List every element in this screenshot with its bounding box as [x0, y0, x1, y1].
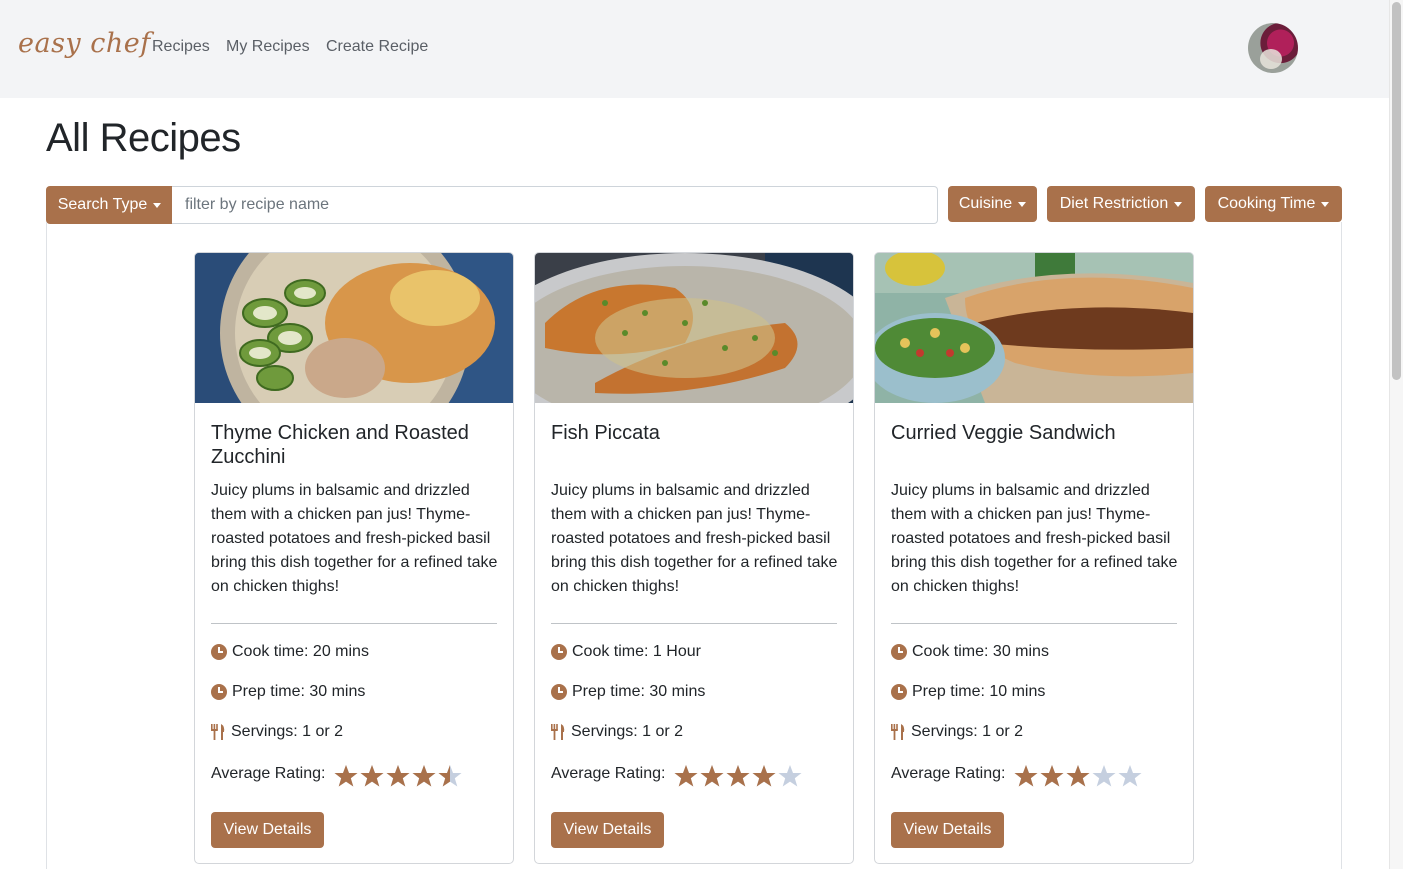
servings-label: Servings: 1 or 2 — [231, 723, 344, 740]
servings-label: Servings: 1 or 2 — [571, 723, 684, 740]
brand-logo[interactable]: easy chef — [18, 28, 151, 59]
recipe-image-curried-veggie-sandwich — [875, 253, 1193, 403]
star-icon — [778, 765, 802, 787]
recipe-title: Curried Veggie Sandwich — [891, 422, 1116, 444]
rating-label: Average Rating: — [551, 765, 666, 782]
star-icon — [1040, 765, 1064, 787]
search-type-label: Search Type — [57, 196, 148, 213]
clock-icon — [891, 684, 907, 700]
star-icon — [1092, 765, 1116, 787]
clock-icon — [211, 684, 227, 700]
cooking-time-dropdown[interactable]: Cooking Time — [1205, 186, 1342, 222]
cook-time-label: Cook time: 1 Hour — [572, 643, 701, 660]
star-icon — [334, 765, 358, 787]
caret-down-icon — [1321, 201, 1330, 207]
star-icon — [412, 765, 436, 787]
caret-down-icon — [1174, 201, 1183, 207]
recipe-title: Fish Piccata — [551, 422, 660, 444]
recipe-description: Juicy plums in balsamic and drizzled the… — [891, 482, 1178, 595]
cooking-time-label: Cooking Time — [1217, 195, 1316, 212]
clock-icon — [551, 644, 567, 660]
star-icon — [674, 765, 698, 787]
utensils-icon — [551, 724, 565, 740]
star-icon — [1014, 765, 1038, 787]
star-icon — [1066, 765, 1090, 787]
cook-time: Cook time: 1 Hour — [551, 643, 701, 661]
recipe-card: Fish Piccata Juicy plums in balsamic and… — [534, 252, 854, 864]
divider — [211, 623, 497, 624]
nav-link-create-recipe[interactable]: Create Recipe — [326, 38, 428, 56]
recipe-description: Juicy plums in balsamic and drizzled the… — [551, 482, 838, 595]
scrollbar-thumb[interactable] — [1392, 2, 1401, 380]
average-rating: Average Rating: — [551, 760, 804, 788]
cuisine-dropdown[interactable]: Cuisine — [948, 186, 1037, 222]
caret-down-icon — [1018, 201, 1027, 207]
star-icon — [438, 765, 462, 787]
recipe-card: Curried Veggie Sandwich Juicy plums in b… — [874, 252, 1194, 864]
avatar[interactable] — [1248, 23, 1298, 73]
diet-restriction-dropdown[interactable]: Diet Restriction — [1047, 186, 1195, 222]
average-rating: Average Rating: — [891, 760, 1144, 788]
star-icon — [752, 765, 776, 787]
star-icon — [700, 765, 724, 787]
prep-time-label: Prep time: 10 mins — [912, 683, 1046, 700]
utensils-icon — [211, 724, 225, 740]
utensils-icon — [891, 724, 905, 740]
rating-label: Average Rating: — [891, 765, 1006, 782]
cook-time-label: Cook time: 20 mins — [232, 643, 369, 660]
rating-stars — [334, 764, 464, 788]
cook-time: Cook time: 30 mins — [891, 643, 1049, 661]
clock-icon — [551, 684, 567, 700]
caret-down-icon — [153, 202, 162, 208]
clock-icon — [211, 644, 227, 660]
average-rating: Average Rating: — [211, 760, 464, 788]
rating-stars — [674, 764, 804, 788]
servings: Servings: 1 or 2 — [211, 723, 343, 741]
recipe-description: Juicy plums in balsamic and drizzled the… — [211, 482, 498, 595]
navbar: easy chef Recipes My Recipes Create Reci… — [0, 0, 1389, 98]
divider — [551, 623, 837, 624]
prep-time: Prep time: 10 mins — [891, 683, 1045, 701]
search-input[interactable] — [172, 186, 938, 224]
rating-label: Average Rating: — [211, 765, 326, 782]
prep-time: Prep time: 30 mins — [211, 683, 365, 701]
nav-link-recipes[interactable]: Recipes — [152, 38, 210, 56]
servings: Servings: 1 or 2 — [551, 723, 683, 741]
prep-time: Prep time: 30 mins — [551, 683, 705, 701]
divider — [891, 623, 1177, 624]
cook-time-label: Cook time: 30 mins — [912, 643, 1049, 660]
recipe-image-fish-piccata — [535, 253, 853, 403]
prep-time-label: Prep time: 30 mins — [572, 683, 706, 700]
star-icon — [1118, 765, 1142, 787]
view-details-button[interactable]: View Details — [211, 812, 324, 848]
servings-label: Servings: 1 or 2 — [911, 723, 1024, 740]
servings: Servings: 1 or 2 — [891, 723, 1023, 741]
page-title: All Recipes — [46, 116, 241, 160]
view-details-button[interactable]: View Details — [551, 812, 664, 848]
star-icon — [386, 765, 410, 787]
page-scrollbar[interactable] — [1389, 0, 1403, 869]
cook-time: Cook time: 20 mins — [211, 643, 369, 661]
rating-stars — [1014, 764, 1144, 788]
star-icon — [726, 765, 750, 787]
recipe-card: Thyme Chicken and Roasted Zucchini Juicy… — [194, 252, 514, 864]
star-icon — [360, 765, 384, 787]
nav-link-my-recipes[interactable]: My Recipes — [226, 38, 310, 56]
prep-time-label: Prep time: 30 mins — [232, 683, 366, 700]
recipe-image-thyme-chicken — [195, 253, 513, 403]
diet-restriction-label: Diet Restriction — [1059, 195, 1169, 212]
cuisine-label: Cuisine — [958, 195, 1013, 212]
clock-icon — [891, 644, 907, 660]
search-type-dropdown[interactable]: Search Type — [46, 186, 173, 224]
recipe-title: Thyme Chicken and Roasted Zucchini — [211, 422, 469, 468]
view-details-button[interactable]: View Details — [891, 812, 1004, 848]
